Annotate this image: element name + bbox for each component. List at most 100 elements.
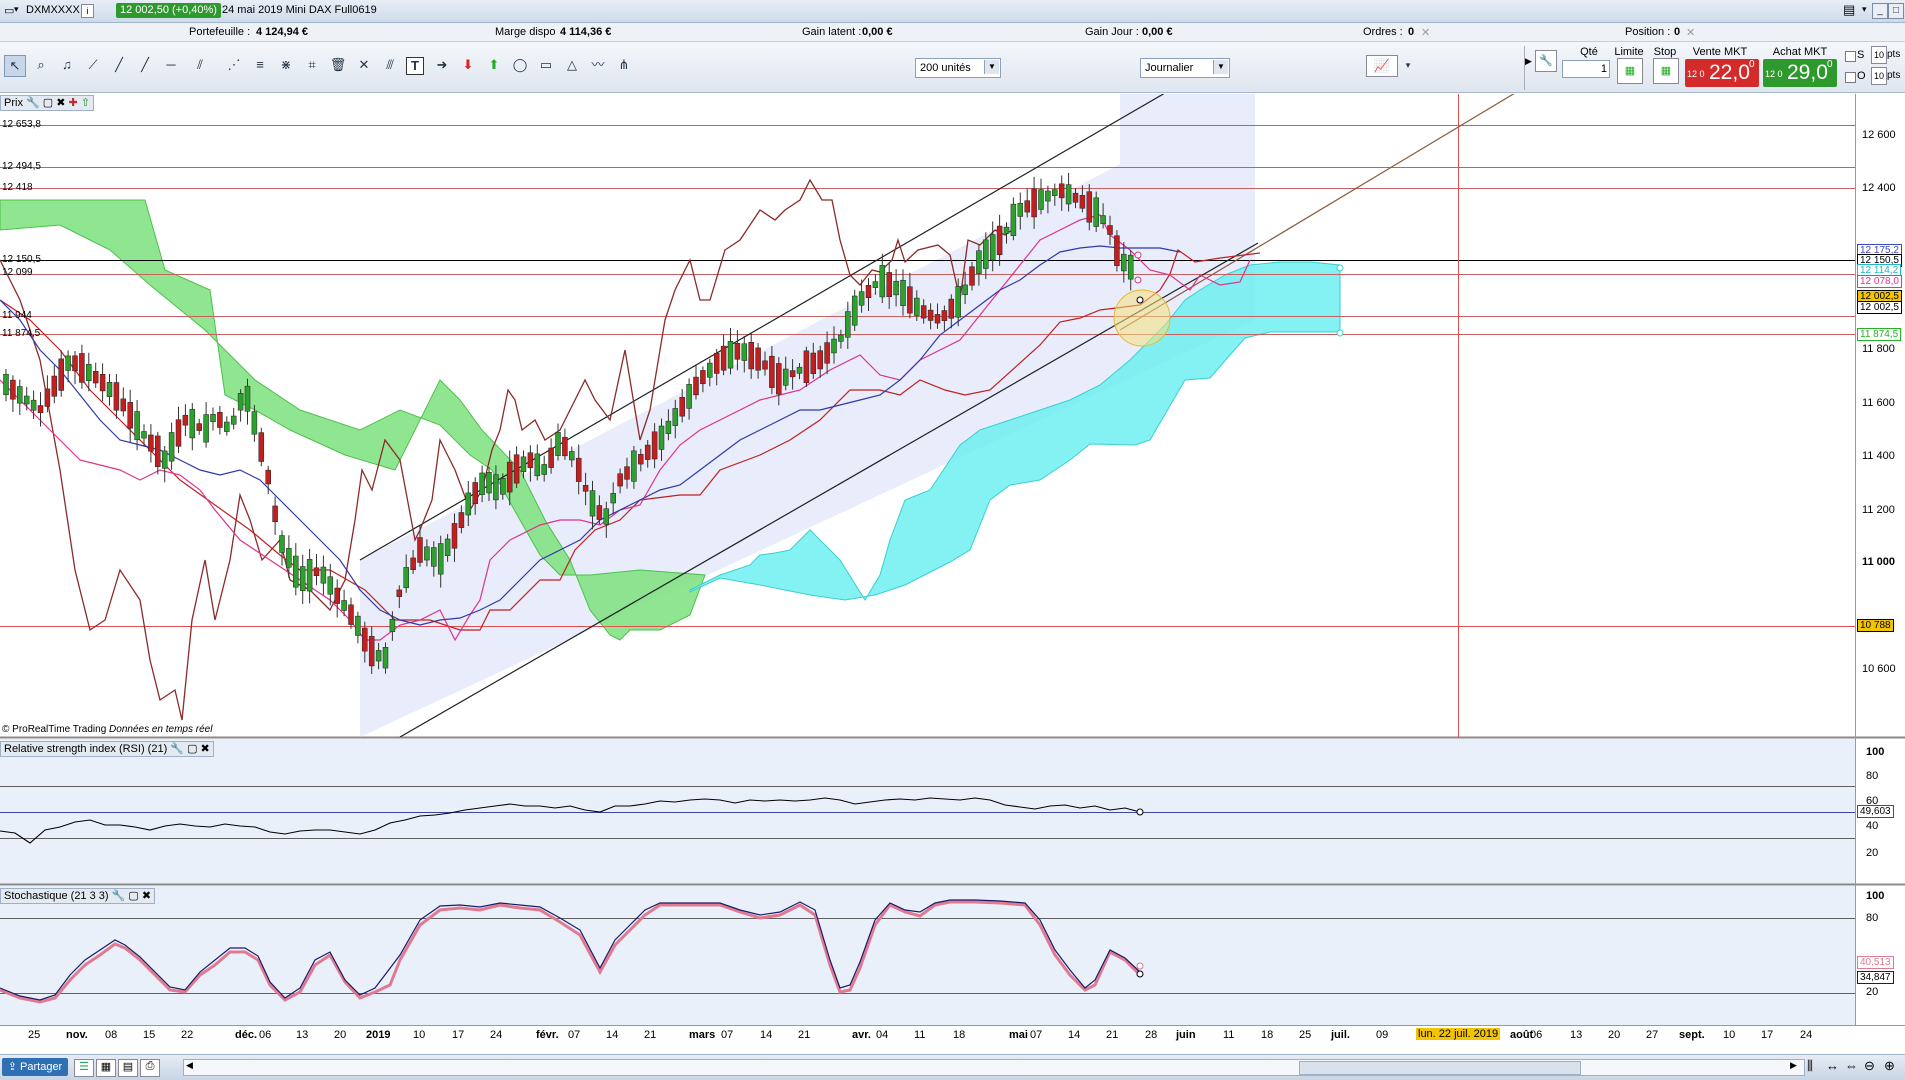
parallel-tool-icon[interactable]: ⫻ — [380, 55, 400, 75]
ray-tool-icon[interactable]: ╱ — [135, 55, 155, 75]
candle-body — [741, 343, 748, 361]
close-icon[interactable]: ✖ — [201, 743, 210, 755]
chevron-down-icon[interactable]: ▾ — [1398, 55, 1418, 75]
projection-tool-icon[interactable]: ⌗ — [302, 55, 322, 75]
ticker-label[interactable]: DXMXXXX — [26, 4, 80, 16]
candle-body — [920, 305, 927, 319]
dropdown-arrow-icon[interactable]: ▾ — [1862, 4, 1867, 15]
units-select[interactable]: 200 unités ▼ — [915, 58, 1001, 78]
candle-body — [410, 557, 416, 570]
period-select[interactable]: Journalier ▼ — [1140, 58, 1230, 78]
stop-checkbox[interactable] — [1845, 51, 1856, 62]
dropdown-arrow-icon[interactable]: ▾ — [14, 4, 19, 15]
horizontal-line-icon[interactable]: ─ — [161, 55, 181, 75]
rectangle-tool-icon[interactable]: ▭ — [536, 55, 556, 75]
zoom-tool-icon[interactable]: ⌕ — [31, 55, 51, 75]
candle-body — [244, 385, 251, 412]
wrench-icon[interactable]: 🔧 — [170, 743, 184, 755]
scroll-right-icon[interactable]: ▶ — [1790, 1060, 1797, 1071]
close-icon[interactable]: ✖ — [142, 890, 151, 902]
chart-area[interactable] — [0, 93, 1905, 1054]
pointer-tool-icon[interactable]: ↖ — [4, 55, 26, 77]
table-icon[interactable]: ▤ — [118, 1059, 138, 1077]
fibonacci-fan-icon[interactable]: ⋰ — [224, 55, 244, 75]
fit-icon[interactable]: ⇔ — [1845, 1058, 1858, 1073]
candle-body — [362, 627, 368, 652]
cross-tool-icon[interactable]: ✕ — [354, 55, 374, 75]
horizontal-scrollbar[interactable]: ◀ ▶ — [183, 1059, 1805, 1076]
columns-icon[interactable]: ▤ — [1843, 2, 1855, 18]
line-tool-icon[interactable]: ╱ — [109, 55, 129, 75]
watermark-realtime: Données en temps réel — [109, 724, 213, 735]
channel-tool-icon[interactable]: ⫽ — [190, 55, 210, 75]
candle-body — [479, 472, 485, 496]
delete-trash-icon[interactable]: 🗑 — [328, 55, 348, 75]
layout-icon[interactable]: ▦ — [96, 1059, 116, 1077]
ellipse-tool-icon[interactable]: ◯ — [510, 55, 530, 75]
candle-body — [720, 345, 727, 371]
candle-body — [727, 341, 734, 369]
limit-order-icon[interactable]: ▦ — [1617, 58, 1643, 84]
close-icon[interactable]: ✖ — [56, 97, 65, 109]
expand-arrow-icon[interactable]: ▶ — [1525, 56, 1532, 67]
date-axis-tick: 2019 — [366, 1029, 391, 1041]
level-label: 12 653,8 — [2, 119, 41, 130]
rsi-panel-tab[interactable]: Relative strength index (RSI) (21) 🔧 ▢ ✖ — [0, 741, 214, 757]
level-label: 12 150,5 — [2, 254, 41, 265]
objective-points-input[interactable]: 10 — [1871, 67, 1887, 85]
scrollbar-thumb[interactable] — [1299, 1061, 1581, 1075]
price-axis-tick: 11 000 — [1862, 556, 1896, 568]
buy-market-button[interactable]: 12 0 29,0 0 — [1763, 59, 1837, 87]
chart-bars-icon[interactable]: ⫼ — [1807, 1058, 1813, 1074]
arrow-right-icon[interactable]: ➜ — [432, 55, 452, 75]
gann-tool-icon[interactable]: ⋇ — [276, 55, 296, 75]
share-button[interactable]: ⇪ Partager — [2, 1058, 68, 1076]
minimize-button[interactable]: _ — [1872, 3, 1888, 19]
wrench-icon[interactable]: 🔧 — [26, 97, 40, 109]
alert-bell-icon[interactable]: ♫ — [57, 55, 77, 75]
arrow-down-red-icon[interactable]: ⬇ — [458, 55, 478, 75]
stop-order-icon[interactable]: ▦ — [1653, 58, 1679, 84]
maximize-button[interactable]: □ — [1888, 3, 1904, 19]
list-icon[interactable]: ☰ — [74, 1059, 94, 1077]
candle-body — [644, 444, 651, 460]
text-tool-icon[interactable]: T — [406, 57, 424, 75]
close-icon[interactable]: ✕ — [1421, 26, 1430, 39]
window-icon[interactable]: ▢ — [128, 890, 138, 902]
wrench-icon[interactable]: 🔧 — [1535, 50, 1557, 72]
chart-style-icon[interactable]: 📈 — [1366, 55, 1398, 77]
zoom-in-icon[interactable]: ⊕ — [1884, 1058, 1895, 1074]
stop-points-input[interactable]: 10 — [1871, 46, 1887, 64]
rsi-end-marker — [1136, 808, 1144, 816]
info-icon[interactable]: i — [81, 4, 94, 18]
candle-body — [327, 576, 334, 595]
add-icon[interactable]: ✚ — [69, 97, 78, 109]
candle-body — [693, 376, 699, 396]
move-up-icon[interactable]: ⇧ — [81, 97, 90, 109]
stochastic-signal-marker — [1136, 962, 1144, 970]
arrow-up-green-icon[interactable]: ⬆ — [484, 55, 504, 75]
triangle-tool-icon[interactable]: △ — [562, 55, 582, 75]
scroll-left-icon[interactable]: ◀ — [186, 1060, 193, 1071]
price-axis-tick: 12 600 — [1862, 129, 1896, 141]
price-panel-tab[interactable]: Prix 🔧 ▢ ✖ ✚ ⇧ — [0, 95, 95, 111]
zoom-out-icon[interactable]: ⊖ — [1864, 1058, 1875, 1074]
pitchfork-tool-icon[interactable]: ⋔ — [614, 55, 634, 75]
window-icon[interactable]: ▢ — [43, 97, 53, 109]
stochastic-panel-tab[interactable]: Stochastique (21 3 3) 🔧 ▢ ✖ — [0, 888, 156, 904]
window-icon: ▭ — [4, 5, 15, 17]
wrench-icon[interactable]: 🔧 — [112, 890, 126, 902]
objective-checkbox[interactable] — [1845, 72, 1856, 83]
sell-market-button[interactable]: 12 0 22,0 0 — [1685, 59, 1759, 87]
ruler-tool-icon[interactable]: ⟋ — [83, 55, 103, 75]
fibonacci-retracement-icon[interactable]: ≡ — [250, 55, 270, 75]
candle-body — [113, 382, 120, 411]
arrows-icon[interactable]: ↔ — [1826, 1058, 1839, 1073]
candle-body — [879, 265, 886, 298]
window-icon[interactable]: ▢ — [187, 743, 197, 755]
quantity-input[interactable]: 1 — [1562, 60, 1610, 78]
candle-body — [458, 512, 465, 528]
wave-tool-icon[interactable]: 〰 — [588, 55, 608, 75]
close-icon[interactable]: ✕ — [1686, 26, 1695, 39]
screenshot-icon[interactable]: ⎙ — [140, 1059, 160, 1077]
